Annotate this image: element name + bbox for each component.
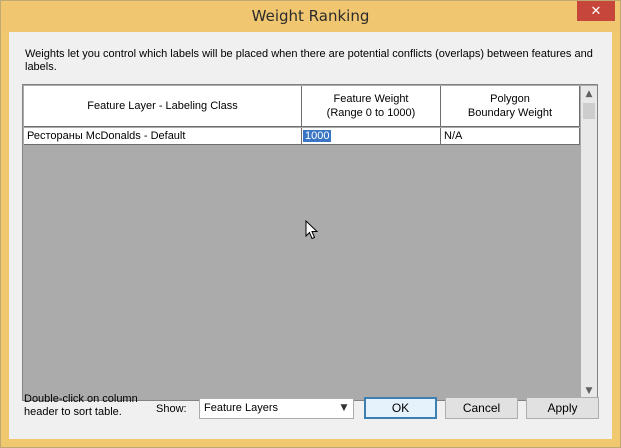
column-header-feature-weight[interactable]: Feature Weight (Range 0 to 1000) bbox=[302, 86, 441, 127]
sort-hint: Double-click on column header to sort ta… bbox=[24, 393, 138, 418]
chevron-down-icon: ▼ bbox=[340, 403, 348, 413]
ok-button[interactable]: OK bbox=[364, 397, 437, 419]
feature-weight-input[interactable]: 1000 bbox=[303, 130, 332, 142]
table-header: Feature Layer - Labeling Class Feature W… bbox=[24, 86, 580, 127]
feature-weight-cell[interactable]: 1000 bbox=[302, 128, 441, 145]
show-dropdown[interactable]: Feature Layers ▼ bbox=[199, 398, 354, 419]
weight-ranking-dialog: Weight Ranking ✕ Weights let you control… bbox=[0, 0, 621, 448]
column-header-label: Feature Layer - Labeling Class bbox=[87, 100, 238, 112]
show-label: Show: bbox=[156, 403, 187, 415]
close-icon: ✕ bbox=[590, 3, 602, 19]
dialog-body: Weights let you control which labels wil… bbox=[9, 32, 612, 439]
chevron-up-icon[interactable]: ▲ bbox=[581, 86, 597, 102]
title-bar[interactable]: Weight Ranking ✕ bbox=[1, 1, 620, 32]
scrollbar-thumb[interactable] bbox=[583, 103, 595, 119]
column-header-layer[interactable]: Feature Layer - Labeling Class bbox=[24, 86, 302, 127]
description-text: Weights let you control which labels wil… bbox=[25, 48, 593, 73]
vertical-scrollbar[interactable]: ▲ ▼ bbox=[581, 86, 597, 399]
window-title: Weight Ranking bbox=[251, 7, 370, 25]
table-row[interactable]: Рестораны McDonalds - Default 1000 N/A bbox=[24, 128, 580, 145]
column-header-label: Polygon bbox=[490, 93, 530, 105]
apply-button[interactable]: Apply bbox=[526, 397, 599, 419]
weight-table[interactable]: Feature Layer - Labeling Class Feature W… bbox=[22, 84, 598, 401]
column-header-label: Boundary Weight bbox=[467, 107, 553, 119]
cancel-button[interactable]: Cancel bbox=[445, 397, 518, 419]
show-dropdown-value: Feature Layers bbox=[204, 402, 278, 414]
layer-cell[interactable]: Рестораны McDonalds - Default bbox=[24, 128, 302, 145]
column-header-label: Feature Weight bbox=[333, 93, 409, 105]
boundary-weight-cell[interactable]: N/A bbox=[441, 128, 580, 145]
close-button[interactable]: ✕ bbox=[577, 1, 615, 21]
mouse-pointer-icon bbox=[305, 220, 319, 240]
column-header-boundary-weight[interactable]: Polygon Boundary Weight bbox=[441, 86, 580, 127]
column-header-label: (Range 0 to 1000) bbox=[326, 107, 416, 119]
